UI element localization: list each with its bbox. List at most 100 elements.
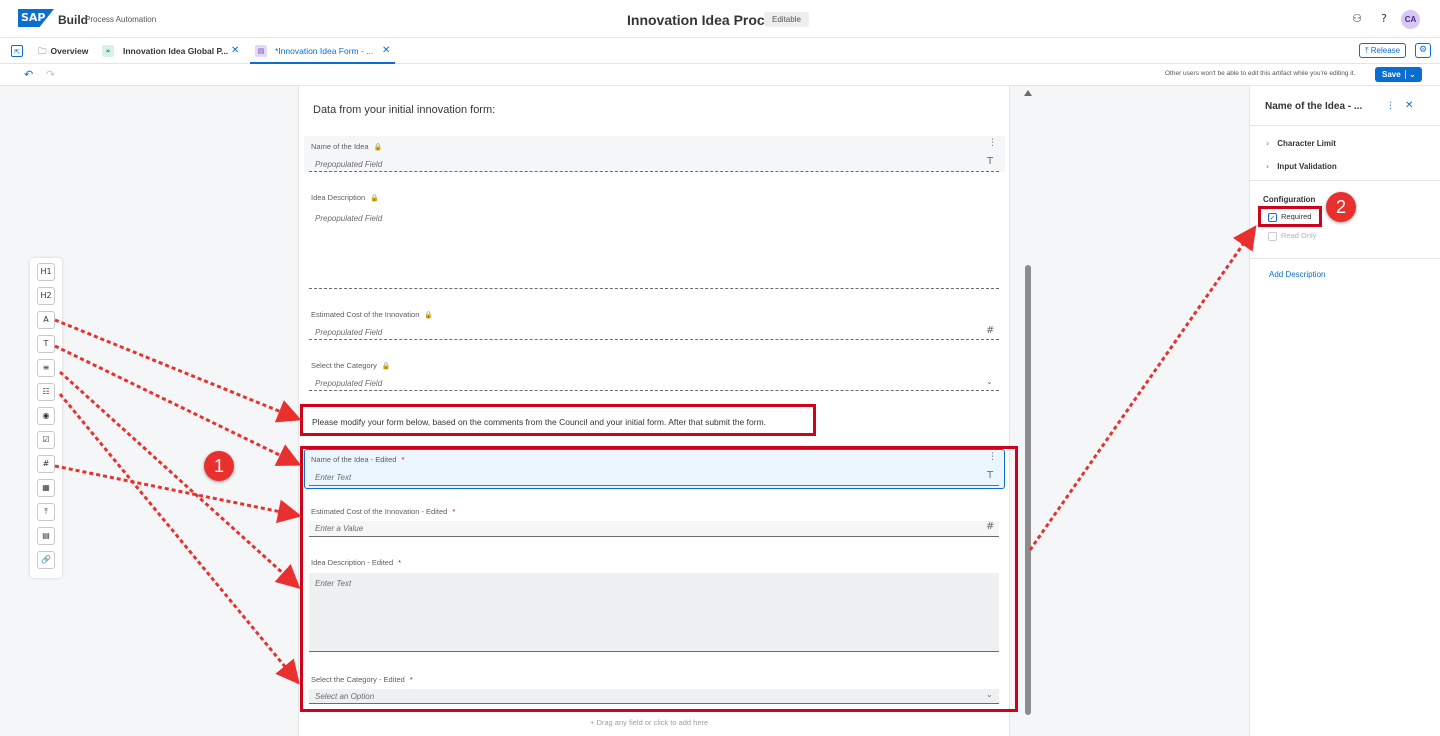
checkbox-tool[interactable]: ☑	[37, 431, 55, 449]
field-label-text: Select the Category - Edited	[311, 675, 405, 684]
sap-logo[interactable]: SAP	[18, 9, 54, 27]
field-label: Name of the Idea - Edited *	[311, 455, 404, 464]
annotation-box	[1258, 206, 1322, 227]
save-button[interactable]: Save ⌄	[1375, 67, 1422, 82]
tab-overview[interactable]: 🗀 Overview	[38, 38, 88, 64]
required-marker: *	[409, 675, 413, 684]
radio-tool[interactable]: ◉	[37, 407, 55, 425]
tab-form[interactable]: ▤ *Innovation Idea Form - ... ✕	[250, 38, 395, 64]
field-label: Idea Description - Edited *	[311, 558, 401, 567]
section-input-validation[interactable]: › Input Validation	[1266, 162, 1337, 171]
add-description-link[interactable]: Add Description	[1269, 270, 1325, 279]
number-type-icon: #	[986, 521, 995, 532]
dropdown-tool[interactable]: ☷	[37, 383, 55, 401]
folder-icon: 🗀	[38, 47, 47, 57]
field-palette: H1 H2 A T ≡ ☷ ◉ ☑ # ▦ ⤒ ▤ 🔗	[30, 258, 62, 578]
text-type-icon: T	[987, 156, 994, 167]
chevron-right-icon: ›	[1266, 139, 1270, 148]
description-textarea[interactable]	[309, 573, 999, 652]
release-label: Release	[1370, 46, 1401, 55]
chevron-down-icon[interactable]: ⌄	[986, 690, 993, 699]
heading1-tool[interactable]: H1	[37, 263, 55, 281]
required-marker: *	[401, 455, 405, 464]
tab-process[interactable]: » Innovation Idea Global P... ✕	[102, 38, 246, 64]
field-label: Idea Description 🔒	[311, 193, 379, 202]
more-icon[interactable]: ⋮	[1386, 101, 1395, 111]
scroll-thumb[interactable]	[1025, 265, 1031, 715]
tab-bar: ⇱ 🗀 Overview » Innovation Idea Global P..…	[0, 38, 1440, 64]
number-input[interactable]	[309, 521, 999, 536]
lock-icon: 🔒	[424, 311, 434, 319]
gear-icon: ⚙	[1418, 45, 1428, 55]
field-row[interactable]	[304, 136, 1005, 172]
section-label: Character Limit	[1277, 139, 1336, 148]
field-label-text: Select the Category	[311, 361, 377, 370]
chevron-down-icon[interactable]: ⌄	[986, 377, 993, 386]
arrow-text-to-name	[54, 344, 302, 466]
divider	[309, 485, 999, 486]
heading2-tool[interactable]: H2	[37, 287, 55, 305]
divider	[309, 339, 999, 340]
arrow-textarea-to-description	[58, 370, 301, 590]
checkbox-icon[interactable]	[1268, 231, 1277, 241]
process-icon: »	[102, 45, 114, 57]
divider	[309, 288, 999, 289]
close-icon[interactable]: ✕	[231, 38, 239, 64]
redo-icon[interactable]: ↷	[46, 68, 55, 81]
field-label: Estimated Cost of the Innovation - Edite…	[311, 507, 455, 516]
divider	[309, 536, 999, 537]
divider	[1250, 180, 1440, 181]
tab-label: Overview	[50, 46, 89, 56]
form-heading: Data from your initial innovation form:	[313, 104, 496, 116]
scroll-up-icon[interactable]	[1024, 90, 1032, 96]
lock-icon: 🔒	[370, 194, 379, 202]
tab-label: Innovation Idea Global P...	[123, 46, 229, 56]
divider	[309, 171, 999, 172]
table-tool[interactable]: ▤	[37, 527, 55, 545]
checkbox-label: Read Only	[1281, 231, 1317, 240]
number-tool[interactable]: #	[37, 455, 55, 473]
tab-label: *Innovation Idea Form - ...	[275, 46, 374, 56]
section-label: Input Validation	[1277, 162, 1337, 171]
text-area-tool[interactable]: ≡	[37, 359, 55, 377]
undo-icon[interactable]: ↶	[24, 68, 33, 81]
drop-zone-hint[interactable]: + Drag any field or click to add here	[590, 718, 708, 727]
placeholder: Enter Text	[315, 473, 352, 482]
text-field-tool[interactable]: T	[37, 335, 55, 353]
release-button[interactable]: ⤒ Release	[1359, 43, 1407, 58]
lock-notice: Other users won't be able to edit this a…	[1165, 70, 1356, 77]
field-label-text: Name of the Idea	[311, 142, 369, 151]
placeholder: Select an Option	[315, 692, 375, 701]
upload-tool[interactable]: ⤒	[37, 503, 55, 521]
avatar[interactable]: CA	[1401, 10, 1420, 29]
arrow-paragraph-to-instruction	[54, 318, 302, 423]
form-icon: ▤	[255, 45, 267, 57]
product-name: Build	[58, 13, 88, 27]
category-select[interactable]	[309, 689, 999, 703]
divider	[1250, 125, 1440, 126]
link-tool[interactable]: 🔗	[37, 551, 55, 569]
placeholder: Enter a Value	[315, 524, 364, 533]
chevron-down-icon[interactable]: ⌄	[1409, 67, 1416, 82]
required-marker: *	[452, 507, 456, 516]
field-label-text: Idea Description	[311, 193, 366, 202]
navigation-toggle-icon[interactable]: ⇱	[11, 45, 23, 57]
settings-button[interactable]: ⚙	[1415, 43, 1431, 58]
close-icon[interactable]: ✕	[1405, 100, 1413, 111]
arrow-number-to-cost	[54, 464, 302, 524]
shell-bar: SAP Build Process Automation Innovation …	[0, 0, 1440, 38]
close-icon[interactable]: ✕	[382, 38, 390, 64]
divider	[309, 703, 999, 704]
section-character-limit[interactable]: › Character Limit	[1266, 139, 1336, 148]
field-label: Name of the Idea 🔒	[311, 142, 382, 151]
help-icon[interactable]: ?	[1377, 12, 1391, 26]
more-icon[interactable]: ⋮	[988, 138, 997, 148]
status-badge: Editable	[764, 12, 809, 27]
number-type-icon: #	[986, 325, 995, 336]
assistant-icon[interactable]: ⚇	[1350, 12, 1364, 26]
date-tool[interactable]: ▦	[37, 479, 55, 497]
paragraph-tool[interactable]: A	[37, 311, 55, 329]
more-icon[interactable]: ⋮	[988, 452, 997, 462]
divider	[1405, 70, 1406, 79]
readonly-checkbox[interactable]: Read Only	[1268, 231, 1316, 241]
